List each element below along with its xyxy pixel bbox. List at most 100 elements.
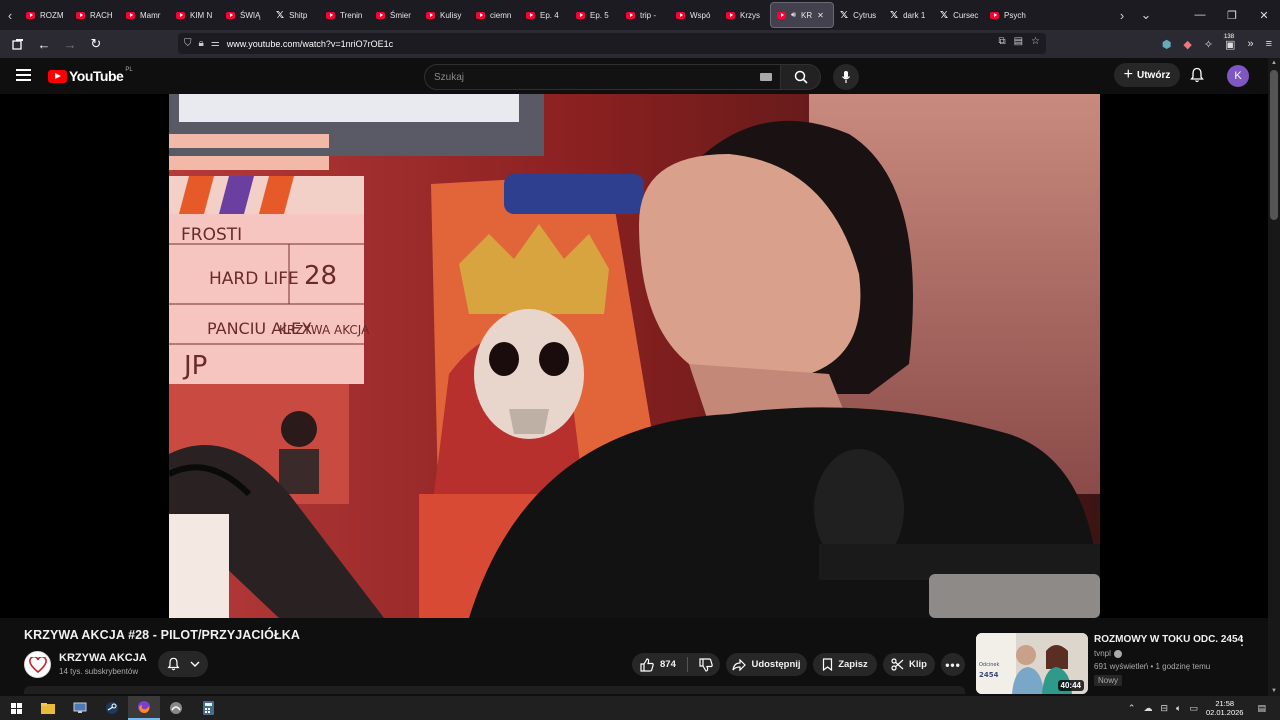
x-icon: 𝕏: [840, 9, 849, 21]
extensions-puzzle-icon[interactable]: ✧: [1204, 38, 1213, 51]
vpn-extension-icon[interactable]: ⬢: [1162, 38, 1172, 51]
search-button[interactable]: [781, 64, 821, 90]
scrollbar-thumb[interactable]: [1270, 70, 1278, 220]
browser-tab[interactable]: Ep. 4: [520, 2, 570, 28]
show-hidden-icons-icon[interactable]: ⌃: [1128, 703, 1136, 714]
create-button[interactable]: + Utwórz: [1114, 63, 1180, 87]
channel-avatar[interactable]: [24, 651, 51, 678]
reload-button[interactable]: ↻: [84, 32, 108, 56]
notifications-button[interactable]: [1190, 67, 1204, 88]
clock[interactable]: 21:58 02.01.2026: [1206, 699, 1244, 717]
permissions-icon[interactable]: ⚌: [211, 38, 220, 49]
browser-tab[interactable]: trip -: [620, 2, 670, 28]
scroll-up-arrow-icon[interactable]: ▲: [1271, 60, 1277, 66]
page-scrollbar[interactable]: ▲ ▼: [1268, 58, 1280, 696]
speaker-icon[interactable]: 🔊︎: [791, 10, 796, 20]
tabs-scroll-left-button[interactable]: ‹: [0, 0, 20, 30]
browser-tab[interactable]: Krzys: [720, 2, 770, 28]
tab-groups-icon[interactable]: [6, 32, 30, 56]
browser-tab[interactable]: 𝕏 Shitp: [270, 2, 320, 28]
computer-app-icon[interactable]: [64, 696, 96, 720]
scroll-down-arrow-icon[interactable]: ▼: [1271, 688, 1277, 694]
browser-tab[interactable]: 𝕏dark 1: [884, 2, 934, 28]
file-explorer-icon[interactable]: [32, 696, 64, 720]
browser-tab[interactable]: Psych: [984, 2, 1034, 28]
app-icon[interactable]: [160, 696, 192, 720]
browser-tab[interactable]: KIM N: [170, 2, 220, 28]
account-avatar[interactable]: K: [1227, 65, 1249, 87]
display-icon[interactable]: ▭: [1189, 703, 1198, 714]
fox-extension-icon[interactable]: ◆: [1183, 38, 1191, 51]
recommended-more-icon[interactable]: ⋮: [1236, 634, 1248, 648]
back-button[interactable]: ←: [32, 32, 56, 56]
maximize-button[interactable]: ❐: [1216, 9, 1248, 22]
notifications-icon[interactable]: ▤: [1257, 703, 1266, 714]
browser-tab[interactable]: ŚWIĄ: [220, 2, 270, 28]
onedrive-icon[interactable]: ☁: [1143, 703, 1152, 714]
youtube-logo[interactable]: YouTube PL: [48, 67, 133, 84]
youtube-favicon-icon: [126, 11, 135, 19]
browser-tab[interactable]: 𝕏 Cursec: [934, 2, 984, 28]
browser-tab[interactable]: 𝕏 Cytrus: [834, 2, 884, 28]
forward-button[interactable]: →: [58, 32, 82, 56]
channel-name[interactable]: KRZYWA AKCJA: [59, 652, 147, 664]
voice-search-button[interactable]: [833, 64, 859, 90]
calculator-icon[interactable]: [192, 696, 224, 720]
start-button[interactable]: [0, 696, 32, 720]
close-window-button[interactable]: ✕: [1248, 9, 1280, 22]
browser-tab[interactable]: Śmier: [370, 2, 420, 28]
save-button[interactable]: Zapisz: [813, 653, 877, 676]
browser-tab[interactable]: Trenin: [320, 2, 370, 28]
bookmark-star-icon[interactable]: ☆: [1031, 36, 1040, 47]
steam-icon[interactable]: [96, 696, 128, 720]
youtube-play-icon: [48, 69, 67, 83]
browser-tab[interactable]: RACH: [70, 2, 120, 28]
reader-view-icon[interactable]: ▤: [1014, 36, 1023, 47]
app-menu-icon[interactable]: ≡: [1266, 38, 1272, 50]
save-label: Zapisz: [838, 659, 868, 670]
volume-icon[interactable]: 🔈︎: [1176, 703, 1181, 714]
shield-icon[interactable]: ⛉: [184, 38, 192, 49]
network-icon[interactable]: ⊟: [1160, 703, 1168, 714]
browser-tab[interactable]: ROZM: [20, 2, 70, 28]
guide-menu-icon[interactable]: [16, 69, 31, 81]
browser-tab[interactable]: ciemn: [470, 2, 520, 28]
ublock-extension-icon[interactable]: ▣ 138: [1223, 33, 1235, 51]
tab-label: KIM N: [190, 10, 213, 20]
like-button[interactable]: 874: [640, 657, 676, 672]
recommended-video-meta: 691 wyświetleń • 1 godzinę temu: [1094, 662, 1211, 671]
tab-list-button[interactable]: ⌄: [1132, 0, 1160, 30]
lock-icon[interactable]: 🔒︎: [199, 38, 204, 49]
browser-tab[interactable]: Mamr: [120, 2, 170, 28]
recommended-video-thumbnail[interactable]: Odcinek 2454 40:44: [976, 633, 1088, 694]
url-text[interactable]: www.youtube.com/watch?v=1nriO7rOE1c: [227, 39, 393, 49]
search-input[interactable]: [434, 71, 734, 83]
browser-tab[interactable]: Ep. 5: [570, 2, 620, 28]
youtube-header: YouTube PL + Utwórz K: [0, 58, 1268, 94]
browser-tab[interactable]: Wspó: [670, 2, 720, 28]
keyboard-icon[interactable]: [760, 73, 772, 81]
browser-tab[interactable]: Kulisy: [420, 2, 470, 28]
close-tab-icon[interactable]: ✕: [817, 11, 824, 20]
video-player[interactable]: FROSTI HARD LIFE 28 PANCIU ALEX KRZYWA A…: [0, 94, 1268, 618]
recommended-video-title[interactable]: ROZMOWY W TOKU ODC. 2454: [1094, 634, 1243, 645]
description-box-edge[interactable]: [24, 686, 965, 694]
tabs-scroll-right-button[interactable]: ›: [1112, 0, 1132, 30]
tab-label: Cytrus: [853, 10, 877, 20]
browser-tab[interactable]: 🔊︎ KR ✕: [770, 2, 834, 28]
share-button[interactable]: Udostępnij: [726, 653, 807, 676]
minimize-button[interactable]: —: [1184, 9, 1216, 21]
dislike-button[interactable]: [699, 657, 713, 672]
like-count: 874: [660, 659, 676, 670]
x-icon: 𝕏: [890, 9, 899, 21]
picture-in-picture-icon[interactable]: ⧉: [998, 36, 1005, 47]
subscription-notifications-button[interactable]: [158, 651, 208, 677]
more-tools-icon[interactable]: »: [1247, 38, 1253, 50]
more-actions-button[interactable]: •••: [941, 653, 965, 676]
recommended-channel[interactable]: tvnpl: [1094, 649, 1122, 658]
address-bar[interactable]: ⛉ 🔒︎ ⚌ www.youtube.com/watch?v=1nriO7rOE…: [178, 33, 1046, 54]
clip-button[interactable]: Klip: [883, 653, 935, 676]
x-icon: 𝕏: [940, 9, 949, 21]
firefox-icon[interactable]: [128, 696, 160, 720]
video-frame[interactable]: FROSTI HARD LIFE 28 PANCIU ALEX KRZYWA A…: [169, 94, 1100, 618]
